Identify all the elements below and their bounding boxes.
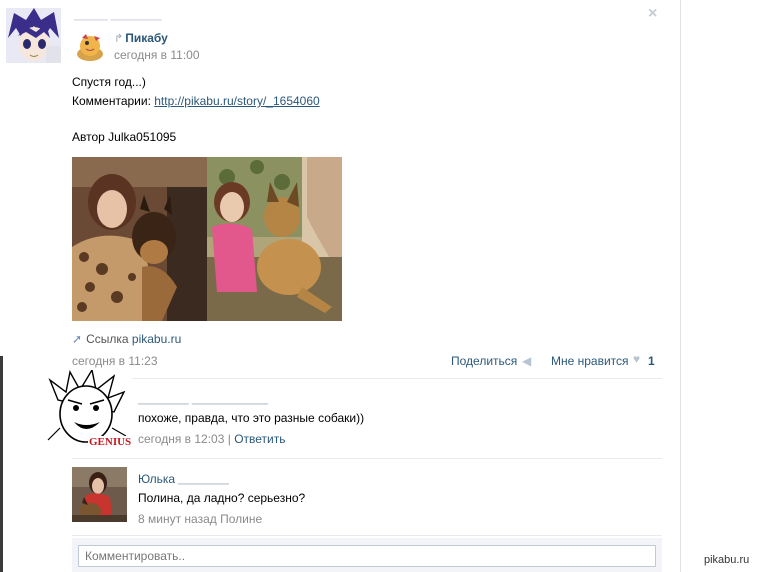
genius-meme-avatar[interactable]: GENIUS <box>44 368 132 454</box>
link-arrow-icon: ➚ <box>72 332 83 346</box>
comments-label: Комментарии: <box>72 94 155 108</box>
share-button[interactable]: Поделиться <box>451 354 517 368</box>
post-author-line: Автор Julka051095 <box>72 130 177 144</box>
like-count[interactable]: 1 <box>648 354 655 368</box>
post-body: Спустя год...) Комментарии: http://pikab… <box>72 73 320 111</box>
comment-divider <box>72 458 662 459</box>
group-name-link[interactable]: Пикабу <box>125 31 168 45</box>
attached-link[interactable]: ➚ Ссылка pikabu.ru <box>72 332 181 346</box>
comment-meta[interactable]: 8 минут назад Полине <box>138 512 262 526</box>
heart-icon[interactable]: ♥ <box>633 352 640 366</box>
left-edge-bar <box>0 356 3 572</box>
composer-divider <box>72 535 662 536</box>
yulka-avatar[interactable] <box>72 467 127 522</box>
yulka-avatar-image <box>72 467 127 522</box>
genius-caption: GENIUS <box>89 436 132 448</box>
like-button[interactable]: Мне нравится <box>551 354 629 368</box>
right-panel-border <box>680 0 681 572</box>
comment-text: похоже, правда, что это разные собаки)) <box>138 411 365 425</box>
faded-commenter-name: ▁▁▁▁▁▁ ▁▁▁▁▁▁▁▁▁ <box>138 393 268 405</box>
link-label: Ссылка <box>86 332 132 346</box>
girl-with-puppy-photo <box>72 157 207 321</box>
group-header: ↱ Пикабу <box>114 31 168 45</box>
comment-meta: сегодня в 12:03 | Ответить <box>138 432 286 446</box>
post-date[interactable]: сегодня в 11:23 <box>72 354 158 368</box>
post-text-line: Спустя год...) <box>72 75 146 89</box>
pikabu-group-icon[interactable] <box>74 32 106 62</box>
user-avatar[interactable] <box>6 8 61 63</box>
comment-input[interactable] <box>78 545 656 567</box>
post-comments-line: Комментарии: http://pikabu.ru/story/_165… <box>72 92 320 111</box>
comments-top-divider <box>132 378 662 379</box>
pikabu-watermark: pikabu.ru <box>704 554 750 566</box>
megaphone-icon[interactable]: ◀ <box>522 354 531 368</box>
story-link[interactable]: http://pikabu.ru/story/_1654060 <box>154 94 319 108</box>
repost-arrow-icon: ↱ <box>114 33 124 45</box>
link-source[interactable]: pikabu.ru <box>132 332 181 346</box>
girl-with-grown-dog-photo <box>207 157 342 321</box>
commenter-name-yulka[interactable]: Юлька <box>138 472 175 486</box>
comment-time[interactable]: сегодня в 12:03 <box>138 432 224 446</box>
post-photo-left[interactable] <box>72 157 207 321</box>
close-icon[interactable]: × <box>648 5 657 23</box>
anime-avatar-image <box>6 8 61 63</box>
pikabu-logo-icon <box>77 34 103 61</box>
faded-surname: ▁▁▁▁▁▁ <box>178 473 229 485</box>
group-post-time[interactable]: сегодня в 11:00 <box>114 48 200 62</box>
comment-text: Полина, да ладно? серьезно? <box>138 491 306 505</box>
post-photo-right[interactable] <box>207 157 342 321</box>
reply-button[interactable]: Ответить <box>234 432 285 446</box>
faded-author-name: ▁▁▁▁ ▁▁▁▁▁▁ <box>74 9 162 21</box>
meta-separator: | <box>224 432 235 446</box>
